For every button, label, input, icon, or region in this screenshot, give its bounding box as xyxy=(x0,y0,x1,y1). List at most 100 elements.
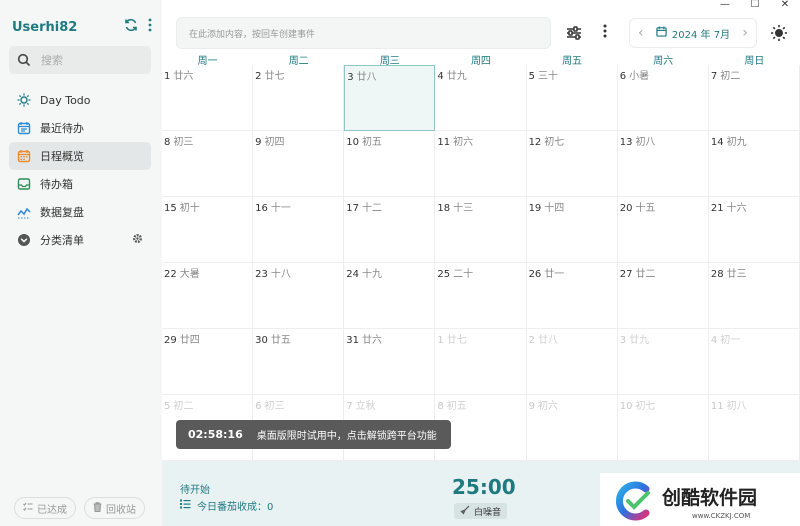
calendar-day-cell[interactable]: 13 初八 xyxy=(617,131,709,197)
filter-sliders-icon[interactable] xyxy=(565,24,583,42)
calendar-day-cell[interactable]: 23 十八 xyxy=(253,263,345,329)
calendar-day-cell[interactable]: 10 初五 xyxy=(344,131,436,197)
calendar-day-cell[interactable]: 17 十二 xyxy=(344,197,436,263)
lunar-date: 初六 xyxy=(537,401,558,412)
day-number: 24 xyxy=(346,269,360,280)
sync-icon[interactable] xyxy=(124,18,138,36)
day-number: 2 xyxy=(528,335,535,346)
calendar-day-cell[interactable]: 9 初六 xyxy=(526,395,618,461)
white-noise-button[interactable]: 白噪音 xyxy=(454,503,508,519)
gear-icon[interactable] xyxy=(132,233,143,247)
day-number: 4 xyxy=(710,335,718,346)
sidebar-item-category-list[interactable]: 分类清单 xyxy=(9,226,151,254)
lunar-date: 十三 xyxy=(453,203,474,214)
day-number: 27 xyxy=(619,269,633,280)
month-navigator: ‹ 2024 年 7月 › xyxy=(629,18,757,48)
sidebar-item-data-review[interactable]: 数据复盘 xyxy=(9,198,151,226)
calendar-day-cell[interactable]: 31 廿六 xyxy=(344,329,436,395)
calendar-day-cell[interactable]: 15 初十 xyxy=(162,197,254,263)
calendar-day-cell[interactable]: 25 二十 xyxy=(435,263,527,329)
calendar-day-cell[interactable]: 30 廿五 xyxy=(253,329,345,395)
calendar-day-cell[interactable]: 26 廿一 xyxy=(526,263,618,329)
completed-label: 已达成 xyxy=(37,504,67,516)
day-number: 18 xyxy=(437,203,451,214)
chevron-left-icon[interactable]: ‹ xyxy=(638,25,644,41)
user-name[interactable]: Userhi82 xyxy=(12,20,124,35)
day-number: 9 xyxy=(255,137,262,148)
calendar-day-cell[interactable]: 5 三十 xyxy=(526,65,618,131)
day-number: 8 xyxy=(437,401,444,412)
lunar-date: 廿五 xyxy=(270,335,291,346)
calendar-day-cell-today[interactable]: 3 廿八 xyxy=(344,65,436,131)
calendar-day-cell[interactable]: 10 初七 xyxy=(617,395,709,461)
pomodoro-timer[interactable]: 25:00 xyxy=(452,475,516,499)
minimize-icon[interactable]: — xyxy=(710,0,740,10)
calendar-day-cell[interactable]: 18 十三 xyxy=(435,197,527,263)
calendar-day-cell[interactable]: 3 廿九 xyxy=(617,329,709,395)
trash-button[interactable]: 回收站 xyxy=(84,497,145,519)
watermark-url: www.CKZKJ.COM xyxy=(692,512,751,520)
close-icon[interactable]: ✕ xyxy=(770,0,800,10)
lunar-date: 十九 xyxy=(362,269,383,280)
calendar-day-cell[interactable]: 29 廿四 xyxy=(162,329,254,395)
lunar-date: 廿九 xyxy=(446,71,467,82)
calendar-day-cell[interactable]: 9 初四 xyxy=(253,131,345,197)
calendar-day-cell[interactable]: 22 大暑 xyxy=(162,263,254,329)
calendar-day-cell[interactable]: 2 廿七 xyxy=(253,65,345,131)
lunar-date: 廿九 xyxy=(629,335,650,346)
calendar-day-cell[interactable]: 14 初九 xyxy=(708,131,800,197)
sidebar-item-recent-todo[interactable]: 最近待办 xyxy=(9,114,151,142)
lunar-date: 廿七 xyxy=(446,335,467,346)
calendar-day-cell[interactable]: 20 十五 xyxy=(617,197,709,263)
search-input[interactable]: 搜索 xyxy=(9,46,151,74)
calendar-day-cell[interactable]: 11 初六 xyxy=(435,131,527,197)
calendar-day-cell[interactable]: 12 初七 xyxy=(526,131,618,197)
watermark: 创酷软件园 www.CKZKJ.COM xyxy=(600,473,800,526)
pomodoro-status: 待开始 xyxy=(180,485,210,496)
calendar-day-cell[interactable]: 24 十九 xyxy=(344,263,436,329)
weekday-label: 周三 xyxy=(379,56,400,67)
calendar-day-cell[interactable]: 2 廿八 xyxy=(526,329,618,395)
calendar-day-cell[interactable]: 6 小暑 xyxy=(617,65,709,131)
chart-line-icon xyxy=(17,205,31,219)
checklist-icon xyxy=(23,502,33,515)
day-number: 10 xyxy=(619,401,633,412)
completed-button[interactable]: 已达成 xyxy=(14,497,76,519)
calendar-day-cell[interactable]: 19 十四 xyxy=(526,197,618,263)
calendar-day-cell[interactable]: 28 廿三 xyxy=(708,263,800,329)
calendar-day-cell[interactable]: 11 初八 xyxy=(708,395,800,461)
calendar-day-cell[interactable]: 4 初一 xyxy=(708,329,800,395)
day-number: 20 xyxy=(619,203,633,214)
sidebar-item-day-todo[interactable]: Day Todo xyxy=(9,86,151,114)
weekday-label: 周五 xyxy=(562,56,583,67)
more-vertical-icon[interactable] xyxy=(599,24,611,42)
day-number: 22 xyxy=(164,269,177,280)
add-event-input[interactable]: 在此添加内容，按回车创建事件 xyxy=(176,17,551,49)
trial-toast[interactable]: 02:58:16 桌面版限时试用中，点击解锁跨平台功能 xyxy=(176,420,451,449)
weekday-label: 周六 xyxy=(653,56,674,67)
lunar-date: 十四 xyxy=(544,203,565,214)
calendar-day-cell[interactable]: 7 初二 xyxy=(708,65,800,131)
lunar-date: 初五 xyxy=(362,137,383,148)
more-vertical-icon[interactable] xyxy=(148,18,152,36)
month-label[interactable]: 2024 年 7月 xyxy=(672,26,730,41)
calendar-day-cell[interactable]: 8 初三 xyxy=(162,131,254,197)
calendar-day-cell[interactable]: 1 廿六 xyxy=(162,65,254,131)
lunar-date: 廿三 xyxy=(726,269,747,280)
inbox-icon xyxy=(17,177,31,191)
calendar-day-cell[interactable]: 21 十六 xyxy=(708,197,800,263)
sidebar-item-inbox[interactable]: 待办箱 xyxy=(9,170,151,198)
calendar-day-cell[interactable]: 4 廿九 xyxy=(435,65,527,131)
calendar-list-icon xyxy=(17,121,31,135)
sidebar-item-schedule-overview[interactable]: 日程概览 xyxy=(9,142,151,170)
lunar-date: 廿七 xyxy=(264,71,285,82)
chevron-right-icon[interactable]: › xyxy=(742,25,748,41)
calendar-day-cell[interactable]: 1 廿七 xyxy=(435,329,527,395)
maximize-icon[interactable]: ☐ xyxy=(740,0,770,10)
theme-toggle-sun-icon[interactable] xyxy=(770,24,788,42)
sidebar-item-label: 分类清单 xyxy=(40,234,84,247)
lunar-date: 初七 xyxy=(635,401,656,412)
calendar-day-cell[interactable]: 16 十一 xyxy=(253,197,345,263)
calendar-day-cell[interactable]: 27 廿二 xyxy=(617,263,709,329)
lunar-date: 十一 xyxy=(270,203,291,214)
